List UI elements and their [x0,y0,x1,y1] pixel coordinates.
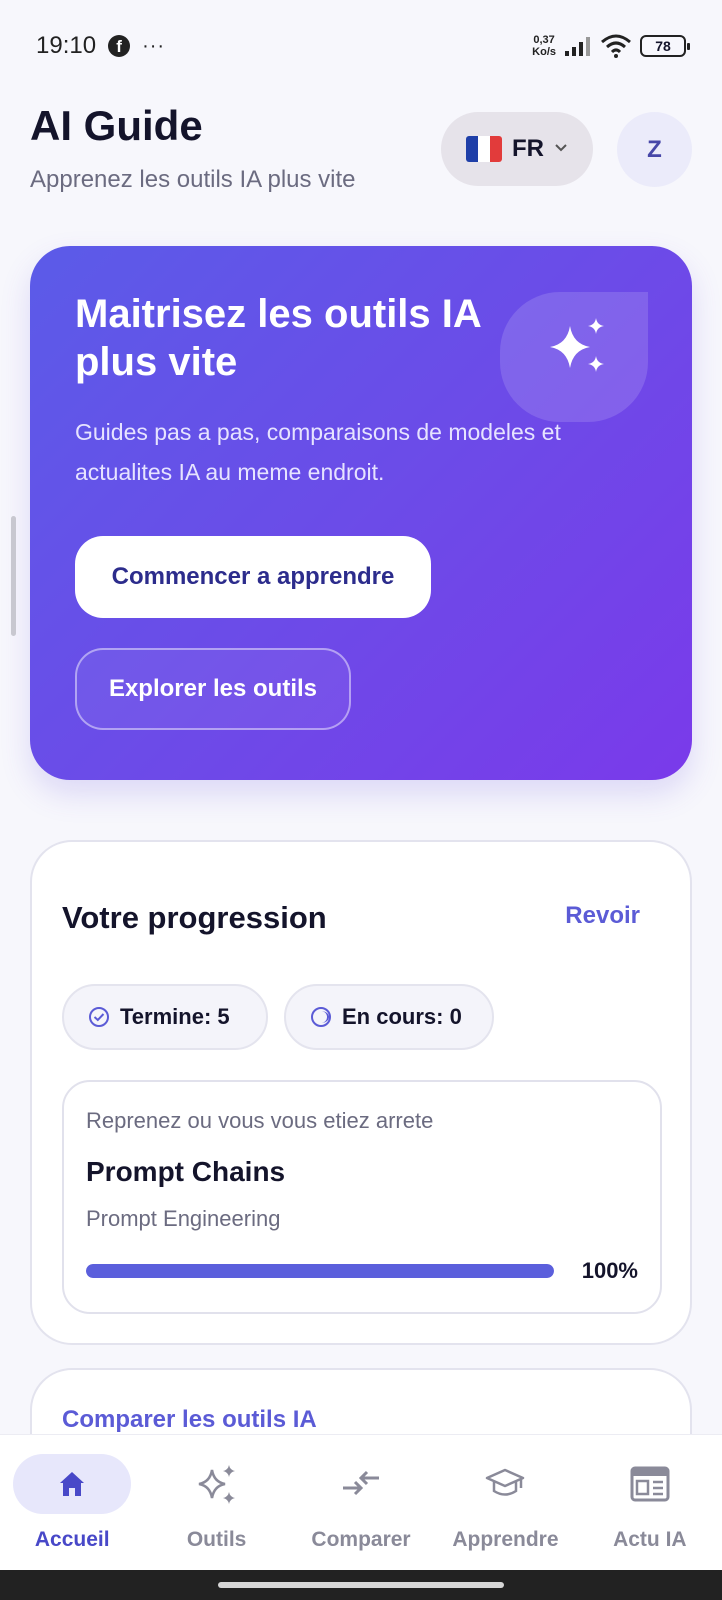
progress-percent: 100% [581,1258,638,1283]
half-circle-icon [311,1007,331,1027]
hero-description: Guides pas a pas, comparaisons de modele… [75,419,561,485]
compare-tools-link[interactable]: Comparer les outils IA [62,1406,317,1434]
app-header: AI Guide Apprenez les outils IA plus vit… [0,92,722,212]
nav-pill [302,1454,420,1514]
completed-count: Termine: 5 [120,1004,230,1029]
system-navigation-bar [0,1570,722,1600]
compare-arrows-icon [343,1470,380,1496]
nav-item-accueil[interactable]: Accueil [0,1435,144,1570]
resume-card[interactable]: Reprenez ou vous vous etiez arrete Promp… [62,1080,662,1314]
nav-label: Accueil [34,1528,110,1551]
avatar[interactable]: Z [617,112,692,187]
start-learning-button[interactable]: Commencer a apprendre [75,536,431,618]
language-code: FR [512,135,544,162]
nav-pill [158,1454,276,1514]
in-progress-chip: En cours: 0 [284,984,494,1050]
review-link[interactable]: Revoir [565,902,640,930]
chevron-down-icon [554,140,568,158]
nav-pill [591,1454,709,1514]
app-title: AI Guide [30,102,203,149]
completed-chip: Termine: 5 [62,984,268,1050]
explore-tools-button[interactable]: Explorer les outils [75,648,351,730]
progress-bar [86,1264,554,1278]
nav-label: Outils [186,1528,247,1551]
app-subtitle: Apprenez les outils IA plus vite [30,166,356,193]
resume-hint: Reprenez ou vous vous etiez arrete [86,1108,434,1133]
home-icon [60,1472,85,1496]
check-circle-icon [89,1007,109,1027]
in-progress-count: En cours: 0 [342,1004,462,1029]
nav-item-apprendre[interactable]: Apprendre [433,1435,577,1570]
nav-item-comparer[interactable]: Comparer [289,1435,433,1570]
language-selector[interactable]: FR [441,112,593,186]
nav-item-outils[interactable]: Outils [144,1435,288,1570]
nav-pill [13,1454,132,1514]
sparkles-icon [550,318,604,372]
resume-lesson-title: Prompt Chains [86,1156,286,1187]
nav-label: Actu IA [613,1528,687,1551]
network-speed-value: 0,37 [533,34,555,46]
more-notifications-icon: ··· [142,34,166,57]
network-speed: 0,37 Ko/s [532,34,556,58]
signal-icon [565,37,590,56]
bottom-navigation: Accueil Outils Comparer Apprendre Actu I… [0,1434,722,1570]
network-speed-unit: Ko/s [532,46,556,58]
facebook-icon: f [108,35,131,57]
battery-indicator: 78 [640,35,690,57]
france-flag-icon [466,136,502,162]
newspaper-icon [630,1466,670,1502]
nav-label: Comparer [311,1528,411,1551]
status-right: 0,37 Ko/s 78 [532,34,690,58]
progress-card: Votre progression Revoir Termine: 5 En c… [30,840,692,1345]
wifi-icon [601,34,631,58]
home-indicator[interactable] [218,1582,504,1588]
nav-pill [446,1454,564,1514]
nav-item-actu-ia[interactable]: Actu IA [578,1435,722,1570]
hero-card: Maitrisez les outils IA plus vite Guides… [30,246,692,780]
status-bar: 19:10 f ··· 0,37 Ko/s 78 [0,0,722,92]
hero-title: Maitrisez les outils IA plus vite [75,292,481,384]
progress-title: Votre progression [62,900,327,935]
nav-label: Apprendre [452,1528,559,1551]
status-left: 19:10 f ··· [36,32,165,60]
progress-bar-fill [86,1264,554,1278]
resume-course-name: Prompt Engineering [86,1206,281,1231]
graduation-cap-icon [486,1468,525,1496]
scroll-indicator [11,516,16,636]
sparkles-icon [198,1465,235,1504]
status-time: 19:10 [36,32,97,59]
